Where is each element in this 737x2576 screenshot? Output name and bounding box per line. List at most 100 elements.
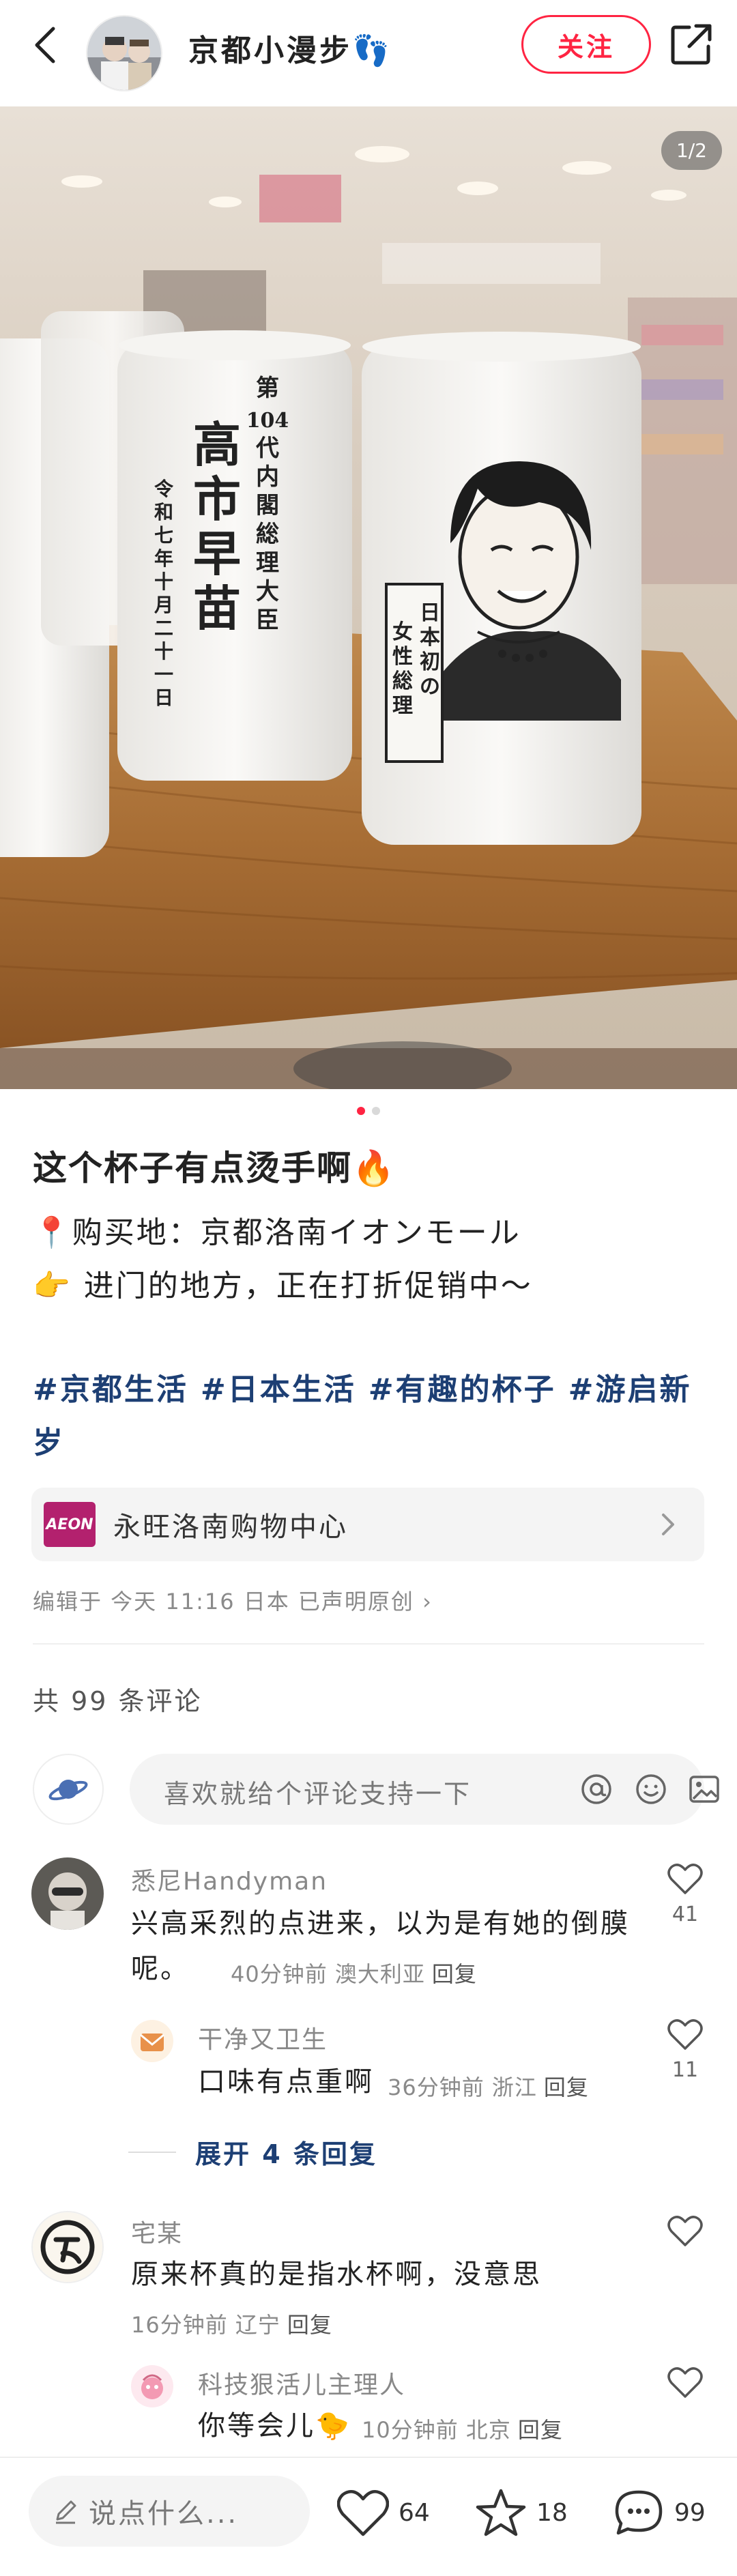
svg-text:理: 理 — [256, 549, 279, 577]
comment-time-location: 10分钟前 北京 — [362, 2417, 511, 2443]
pencil-icon — [56, 2500, 76, 2524]
comment-time-location: 36分钟前 浙江 — [388, 2074, 537, 2100]
aeon-logo: AEON — [44, 1502, 96, 1547]
comment-like-button[interactable]: 11 — [658, 2018, 712, 2082]
svg-text:本: 本 — [420, 626, 440, 650]
expand-line — [128, 2151, 176, 2153]
comment-text: 你等会儿🐤 — [198, 2410, 351, 2442]
comment-like-button[interactable]: 41 — [658, 1863, 712, 1926]
carousel-dots — [0, 1107, 737, 1115]
like-count: 64 — [399, 2498, 430, 2527]
hashtag[interactable]: #有趣的杯子 — [369, 1372, 556, 1407]
heart-icon — [667, 2216, 703, 2246]
my-avatar[interactable] — [33, 1754, 104, 1825]
author-avatar[interactable] — [86, 15, 162, 91]
emoji-icon[interactable] — [635, 1773, 667, 1806]
commenter-name[interactable]: 悉尼Handyman — [131, 1862, 328, 1897]
comment-meta: 40分钟前 澳大利亚 回复 — [231, 1957, 477, 1988]
comment-total: 99 — [674, 2498, 706, 2527]
reply-button[interactable]: 回复 — [544, 2074, 589, 2100]
svg-text:十: 十 — [154, 640, 173, 663]
post-line-entrance: 👉 进门的地方，正在打折促销中～ — [33, 1269, 533, 1303]
comment-like-count: 11 — [671, 2058, 699, 2082]
svg-text:第: 第 — [256, 375, 279, 402]
chevron-right-icon — [662, 1514, 674, 1535]
comment-post-button[interactable]: 99 — [613, 2488, 706, 2537]
svg-text:性: 性 — [392, 645, 413, 669]
back-button[interactable] — [25, 25, 66, 66]
svg-text:高: 高 — [193, 416, 241, 473]
hashtag-list: #京都生活 #日本生活 #有趣的杯子 #游启新岁 — [33, 1363, 708, 1470]
at-icon[interactable] — [580, 1773, 613, 1806]
image-icon[interactable] — [688, 1773, 721, 1806]
comment-meta: 36分钟前 浙江 回复 — [388, 2070, 589, 2102]
svg-text:総: 総 — [256, 521, 279, 548]
reply-button[interactable]: 回复 — [518, 2417, 563, 2443]
comment-like-button[interactable] — [658, 2215, 712, 2249]
commenter-name[interactable]: 干净又卫生 — [198, 2020, 328, 2055]
svg-text:二: 二 — [154, 617, 173, 639]
comment-time-location: 16分钟前 辽宁 — [131, 2312, 280, 2338]
like-post-button[interactable]: 64 — [337, 2488, 430, 2537]
heart-icon — [667, 2367, 703, 2398]
svg-text:臣: 臣 — [256, 607, 279, 634]
star-icon — [476, 2489, 526, 2536]
comment-time-location: 40分钟前 澳大利亚 — [231, 1961, 425, 1987]
location-name: 永旺洛南购物中心 — [113, 1511, 348, 1543]
post-line-purchase: 📍购买地：京都洛南イオンモール — [33, 1215, 521, 1250]
svg-text:内: 内 — [256, 463, 279, 491]
svg-text:総: 総 — [392, 669, 413, 693]
comment-input[interactable]: 喜欢就给个评论支持一下 — [130, 1754, 719, 1825]
location-card[interactable]: AEON 永旺洛南购物中心 — [31, 1488, 704, 1561]
svg-text:女: 女 — [392, 620, 413, 644]
svg-text:令: 令 — [154, 478, 174, 500]
share-icon[interactable] — [669, 22, 714, 67]
svg-text:理: 理 — [392, 694, 413, 718]
follow-button[interactable]: 关注 — [521, 15, 651, 74]
say-something-input[interactable]: 说点什么... — [29, 2476, 310, 2547]
svg-text:市: 市 — [193, 471, 241, 527]
collect-count: 18 — [536, 2498, 568, 2527]
comment-like-button[interactable] — [658, 2367, 712, 2401]
svg-text:早: 早 — [193, 525, 241, 582]
hashtag[interactable]: #日本生活 — [201, 1372, 356, 1407]
svg-text:の: の — [420, 675, 440, 699]
carousel-dot-active[interactable] — [357, 1107, 365, 1115]
commenter-avatar[interactable] — [131, 2020, 173, 2062]
commenter-name[interactable]: 科技狠活儿主理人 — [198, 2365, 405, 2401]
heart-icon — [337, 2489, 389, 2536]
author-name[interactable]: 京都小漫步👣 — [188, 26, 392, 70]
commenter-name[interactable]: 宅某 — [131, 2214, 183, 2249]
comment-like-count: 41 — [671, 1902, 699, 1926]
comment-text: 原来杯真的是指水杯啊，没意思 — [131, 2259, 542, 2290]
comment-count: 共 99 条评论 — [33, 1686, 203, 1716]
carousel-dot[interactable] — [372, 1107, 380, 1115]
svg-text:104: 104 — [246, 409, 289, 433]
svg-text:大: 大 — [256, 578, 279, 605]
divider — [33, 1643, 704, 1645]
chevron-right-icon: › — [422, 1589, 433, 1615]
hashtag[interactable]: #京都生活 — [33, 1372, 188, 1407]
post-photo[interactable]: 日本初の 女性総理 第 104 代 内閣総 理大臣 高市早苗 令和七 年十月 二十一… — [0, 106, 737, 1089]
collect-post-button[interactable]: 18 — [475, 2488, 568, 2537]
svg-text:代: 代 — [255, 435, 279, 462]
post-meta[interactable]: 编辑于 今天 11:16 日本 已声明原创 › — [33, 1584, 433, 1616]
mug-photo-scene: 日本初の 女性総理 第104代 内閣総 理大臣 高市早苗 令和七 年十月 二十一… — [0, 106, 737, 1089]
commenter-avatar[interactable] — [31, 1857, 104, 1930]
svg-text:年: 年 — [154, 547, 173, 570]
svg-text:日: 日 — [420, 601, 440, 625]
reply-button[interactable]: 回复 — [287, 2312, 332, 2338]
comment-meta: 10分钟前 北京 回复 — [362, 2413, 563, 2444]
svg-text:十: 十 — [154, 570, 173, 593]
planet-icon — [48, 1780, 88, 1801]
expand-replies[interactable]: 展开 4 条回复 — [128, 2133, 377, 2171]
say-placeholder: 说点什么... — [89, 2498, 239, 2530]
svg-text:一: 一 — [154, 663, 173, 686]
svg-text:月: 月 — [154, 594, 173, 616]
comment-text-content: 口味有点重啊 — [198, 2066, 374, 2098]
commenter-avatar[interactable] — [131, 2365, 173, 2407]
reply-button[interactable]: 回复 — [432, 1961, 477, 1987]
svg-text:閣: 閣 — [256, 492, 279, 519]
commenter-avatar[interactable] — [31, 2211, 104, 2283]
comment-text: 口味有点重啊 — [198, 2059, 374, 2104]
